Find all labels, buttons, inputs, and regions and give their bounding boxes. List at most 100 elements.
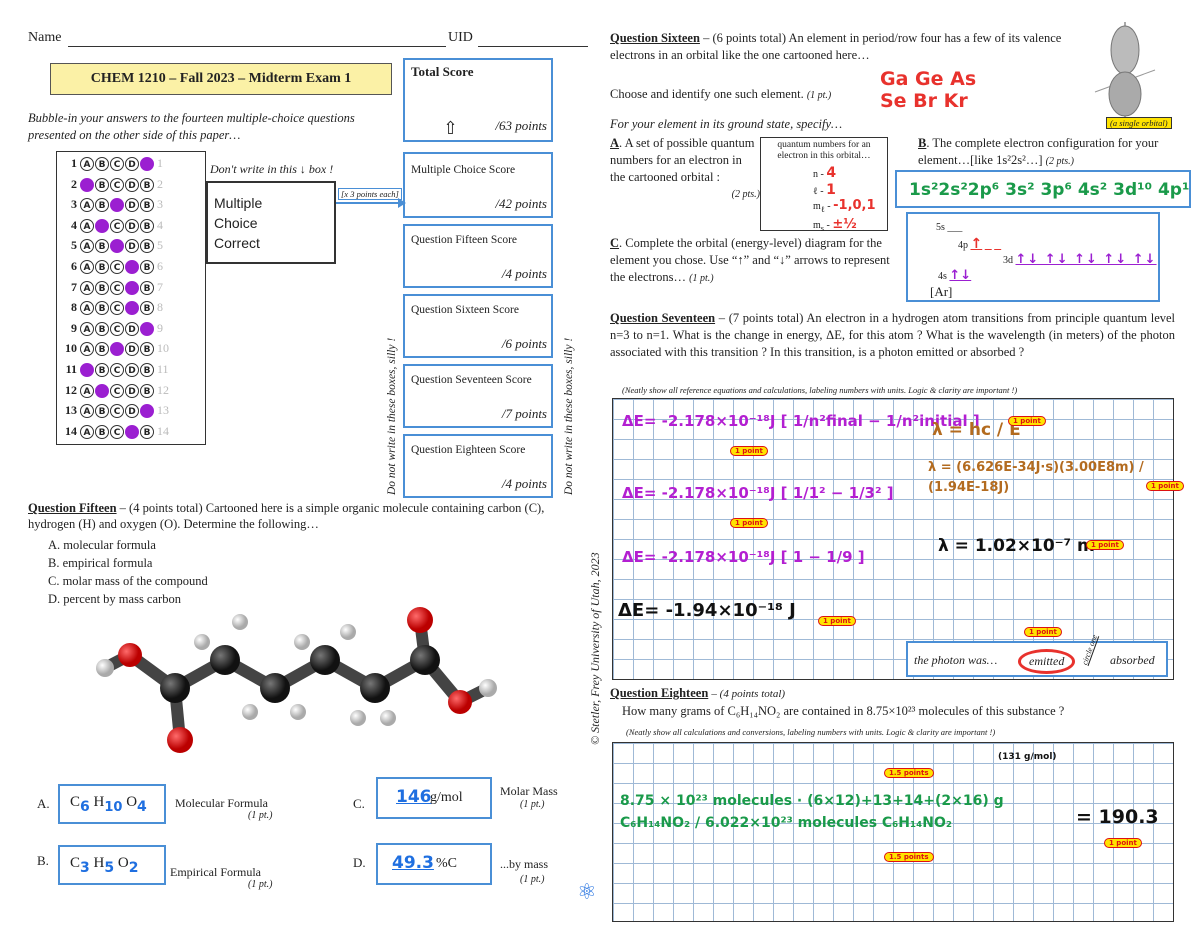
answer-bubble[interactable]: A xyxy=(80,321,94,336)
qn-values: n - 4 ℓ - 1 mℓ - -1,0,1 ms - ±½ xyxy=(813,165,876,233)
answer-bubble[interactable]: D xyxy=(125,157,139,171)
answer-bubble[interactable]: D xyxy=(125,280,139,295)
q18-text: – (4 points total) xyxy=(711,688,786,700)
q16-element-answer: Ga Ge As Se Br Kr xyxy=(880,68,976,112)
answer-bubble[interactable]: A xyxy=(80,301,94,316)
question-number: 12 xyxy=(65,382,77,397)
answer-bubble[interactable]: B xyxy=(140,321,154,336)
answer-bubble[interactable]: A xyxy=(80,157,94,171)
answer-bubble[interactable]: C xyxy=(110,383,124,398)
answer-bubble[interactable]: B xyxy=(95,404,109,419)
answer-bubble[interactable]: B xyxy=(95,342,109,357)
answer-bubble[interactable]: B xyxy=(95,198,109,213)
answer-bubble[interactable]: B xyxy=(140,198,154,213)
q15a-answer-box[interactable]: C6 H10 O4 xyxy=(58,784,166,824)
answer-bubble[interactable]: B xyxy=(95,363,109,377)
answer-bubble[interactable]: B xyxy=(95,218,109,233)
answer-bubble[interactable]: C xyxy=(110,198,124,213)
answer-bubble[interactable]: B xyxy=(95,280,109,295)
answer-bubble[interactable]: B xyxy=(95,239,109,254)
answer-bubble[interactable]: B xyxy=(140,404,154,419)
answer-bubble[interactable]: D xyxy=(125,198,139,213)
answer-bubble[interactable]: A xyxy=(80,260,94,274)
answer-bubble[interactable]: B xyxy=(95,321,109,336)
config-answer-box[interactable]: 1s²2s²2p⁶ 3s² 3p⁶ 4s² 3d¹⁰ 4p¹ xyxy=(895,170,1191,208)
answer-bubble[interactable]: D xyxy=(125,383,139,398)
mc-correct-box: Multiple Choice Correct xyxy=(206,181,336,264)
answer-bubble[interactable]: A xyxy=(80,198,94,213)
answer-bubble[interactable]: A xyxy=(80,383,94,398)
answer-bubble[interactable]: D xyxy=(125,363,139,377)
photon-label: the photon was… xyxy=(914,653,998,667)
answer-bubble[interactable]: C xyxy=(110,280,124,295)
answer-bubble[interactable]: B xyxy=(140,177,154,192)
level-4p: 4p ↑ xyxy=(958,236,1001,252)
exam-title: CHEM 1210 – Fall 2023 – Midterm Exam 1 xyxy=(50,63,392,95)
mc-score-box: Multiple Choice Score /42 points xyxy=(403,152,553,218)
answer-bubble[interactable]: D xyxy=(125,239,139,254)
answer-bubble[interactable]: B xyxy=(140,260,154,274)
answer-bubble[interactable]: D xyxy=(125,424,139,439)
answer-bubble[interactable]: B xyxy=(95,157,109,171)
answer-bubble[interactable]: C xyxy=(110,404,124,419)
answer-bubble[interactable]: B xyxy=(95,424,109,439)
answer-row: 10ABCDB10 xyxy=(61,341,169,357)
answer-bubble[interactable]: B xyxy=(140,342,154,357)
photon-absorbed[interactable]: absorbed xyxy=(1110,653,1155,668)
answer-bubble[interactable]: B xyxy=(140,301,154,316)
uid-field[interactable]: UID xyxy=(448,30,473,46)
answer-bubble[interactable]: B xyxy=(95,383,109,398)
photon-answer-box[interactable]: the photon was… emitted circle one absor… xyxy=(906,633,1168,677)
answer-bubble[interactable]: C xyxy=(110,260,124,274)
q15d-answer-box[interactable]: 49.3 %C xyxy=(376,843,492,885)
answer-bubble[interactable]: C xyxy=(110,363,124,377)
q15c-label: C. xyxy=(353,796,365,811)
answer-bubble[interactable]: B xyxy=(140,218,154,233)
answer-bubble[interactable]: D xyxy=(125,177,139,192)
orbital-diagram-box[interactable]: 5s ___ 4p ↑ 3d ↑↓ ↑↓ ↑↓ ↑↓ ↑↓ 4s ↑↓ [Ar] xyxy=(906,212,1160,302)
answer-bubble[interactable]: A xyxy=(80,280,94,295)
answer-bubble[interactable]: B xyxy=(140,363,154,377)
answer-bubble[interactable]: B xyxy=(140,157,154,171)
copyright: © Stetler, Frey University of Utah, 2023 xyxy=(588,552,602,745)
answer-bubble[interactable]: A xyxy=(80,342,94,357)
answer-bubble[interactable]: A xyxy=(80,424,94,439)
q15d-label: D. xyxy=(353,855,366,870)
answer-bubble[interactable]: D xyxy=(125,260,139,274)
oxygen-atom xyxy=(448,690,472,714)
answer-bubble[interactable]: B xyxy=(140,424,154,439)
answer-bubble[interactable]: A xyxy=(80,177,94,192)
answer-bubble[interactable]: C xyxy=(110,218,124,233)
answer-bubble[interactable]: B xyxy=(95,177,109,192)
answer-bubble[interactable]: C xyxy=(110,301,124,316)
answer-bubble[interactable]: B xyxy=(140,239,154,254)
answer-bubble[interactable]: A xyxy=(80,404,94,419)
answer-bubble[interactable]: A xyxy=(80,363,94,377)
answer-bubble[interactable]: B xyxy=(140,383,154,398)
answer-bubble[interactable]: D xyxy=(125,218,139,233)
answer-bubble[interactable]: C xyxy=(110,424,124,439)
quantum-numbers-box: quantum numbers for an electron in this … xyxy=(760,137,888,233)
answer-bubble[interactable]: D xyxy=(125,321,139,336)
answer-bubble[interactable]: D xyxy=(125,301,139,316)
answer-bubble[interactable]: B xyxy=(140,280,154,295)
photon-emitted[interactable]: emitted xyxy=(1018,649,1076,674)
answer-bubble[interactable]: D xyxy=(125,404,139,419)
answer-bubble[interactable]: C xyxy=(110,239,124,254)
q15-score-box: Question Fifteen Score /4 points xyxy=(403,224,553,288)
answer-bubble[interactable]: C xyxy=(110,342,124,357)
answer-bubble[interactable]: C xyxy=(110,321,124,336)
question-number: 4 xyxy=(71,217,77,232)
answer-bubble[interactable]: A xyxy=(80,239,94,254)
q15c-answer-box[interactable]: 146 g/mol xyxy=(376,777,492,819)
answer-bubble[interactable]: A xyxy=(80,218,94,233)
answer-bubble[interactable]: B xyxy=(95,301,109,316)
answer-bubble[interactable]: D xyxy=(125,342,139,357)
answer-bubble[interactable]: C xyxy=(110,177,124,192)
answer-bubble[interactable]: B xyxy=(95,260,109,274)
q16-choose-text: Choose and identify one such element. xyxy=(610,87,804,101)
q16b-pt: (2 pts.) xyxy=(1045,156,1074,167)
q15b-answer-box[interactable]: C3 H5 O2 xyxy=(58,845,166,885)
name-field[interactable]: Name xyxy=(28,30,61,46)
answer-bubble[interactable]: C xyxy=(110,157,124,171)
